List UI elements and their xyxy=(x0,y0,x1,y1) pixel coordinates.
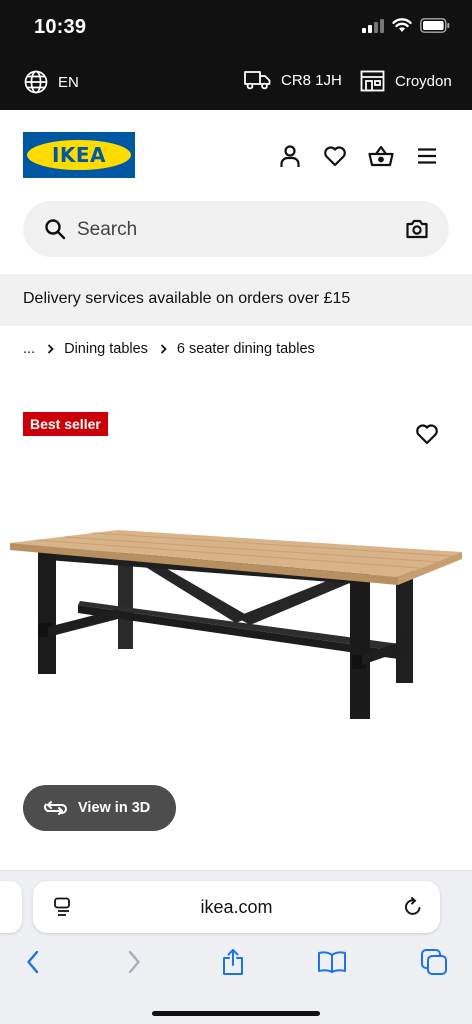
breadcrumb-ellipsis[interactable]: ... xyxy=(23,341,35,357)
delivery-postcode[interactable]: CR8 1JH xyxy=(244,70,342,90)
home-indicator xyxy=(152,1011,320,1016)
url-text[interactable]: ikea.com xyxy=(33,897,440,918)
site-header: IKEA xyxy=(0,110,472,196)
back-button[interactable] xyxy=(17,947,49,977)
status-icons xyxy=(362,18,450,33)
globe-icon xyxy=(24,70,48,94)
best-seller-badge: Best seller xyxy=(23,412,108,436)
search-bar[interactable]: Search xyxy=(23,201,449,257)
store-label: Croydon xyxy=(395,72,452,90)
forward-button[interactable] xyxy=(118,947,150,977)
view-in-3d-button[interactable]: View in 3D xyxy=(23,785,176,831)
bookmarks-button[interactable] xyxy=(316,947,348,977)
chevron-right-icon xyxy=(128,950,140,974)
ikea-logo[interactable]: IKEA xyxy=(23,132,135,178)
store-selector[interactable]: Croydon xyxy=(360,70,452,92)
share-icon xyxy=(223,949,243,975)
share-button[interactable] xyxy=(217,947,249,977)
language-label: EN xyxy=(58,73,79,91)
status-time: 10:39 xyxy=(34,16,87,38)
battery-icon xyxy=(420,18,450,33)
signal-icon xyxy=(362,18,384,33)
search-input[interactable]: Search xyxy=(77,219,137,241)
browser-toolbar: ikea.com xyxy=(0,870,472,1024)
tabs-icon xyxy=(421,949,447,975)
chevron-right-icon xyxy=(160,344,167,354)
basket-icon[interactable] xyxy=(368,144,394,168)
address-bar[interactable]: ikea.com xyxy=(33,881,440,933)
view-in-3d-label: View in 3D xyxy=(78,800,151,816)
store-icon xyxy=(360,70,385,92)
menu-icon[interactable] xyxy=(415,144,439,168)
tabs-button[interactable] xyxy=(418,947,450,977)
wifi-icon xyxy=(392,18,412,32)
camera-icon[interactable] xyxy=(406,219,428,239)
delivery-truck-icon xyxy=(244,71,271,90)
search-icon xyxy=(45,219,66,240)
breadcrumb-item-dining-tables[interactable]: Dining tables xyxy=(64,341,148,357)
heart-icon[interactable] xyxy=(323,144,347,168)
breadcrumb-item-6-seater[interactable]: 6 seater dining tables xyxy=(177,341,315,357)
chevron-right-icon xyxy=(47,344,54,354)
previous-tab-stub[interactable] xyxy=(0,881,22,933)
reload-icon[interactable] xyxy=(403,897,423,917)
book-icon xyxy=(318,951,346,973)
account-icon[interactable] xyxy=(278,144,302,168)
logo-oval: IKEA xyxy=(27,140,131,170)
add-to-favourites-heart-icon[interactable] xyxy=(415,423,439,445)
language-selector[interactable]: EN xyxy=(24,70,79,94)
top-bar: EN CR8 1JH Croydon xyxy=(0,56,472,110)
banner-text: Delivery services available on orders ov… xyxy=(23,290,351,307)
breadcrumb: ... Dining tables 6 seater dining tables xyxy=(23,341,315,357)
status-bar: 10:39 xyxy=(0,0,472,56)
logo-text: IKEA xyxy=(51,143,107,167)
postcode-label: CR8 1JH xyxy=(281,71,342,89)
chevron-left-icon xyxy=(27,950,39,974)
delivery-banner[interactable]: Delivery services available on orders ov… xyxy=(0,274,472,326)
rotate-3d-icon xyxy=(44,801,67,815)
product-image[interactable] xyxy=(0,505,472,735)
